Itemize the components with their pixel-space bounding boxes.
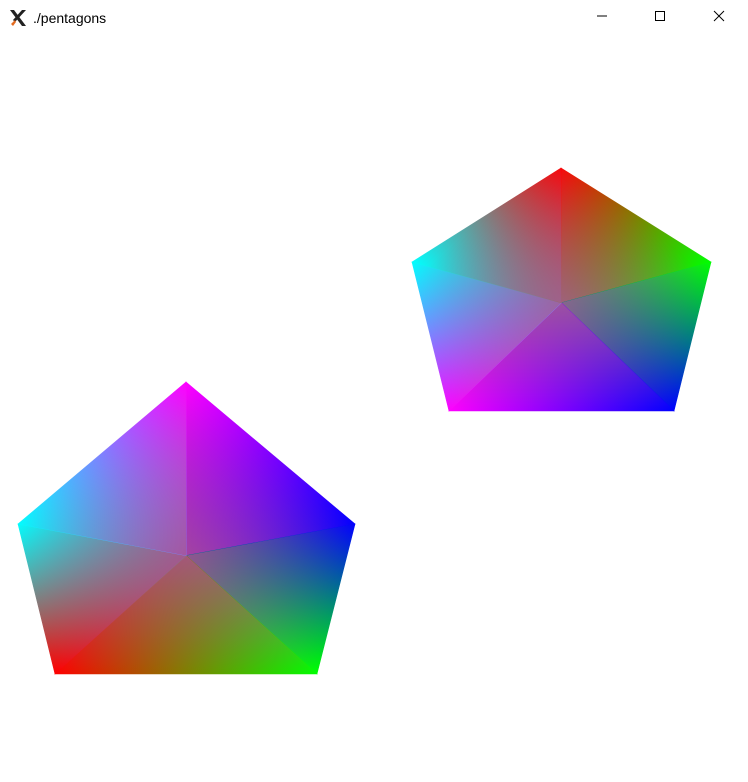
close-icon — [713, 9, 725, 27]
minimize-icon — [596, 9, 608, 27]
close-button[interactable] — [690, 0, 748, 36]
maximize-icon — [654, 9, 666, 27]
minimize-button[interactable] — [573, 0, 631, 36]
x-server-icon — [8, 8, 28, 28]
maximize-button[interactable] — [631, 0, 689, 36]
app-window: ./pentagons — [0, 0, 748, 782]
window-title: ./pentagons — [33, 10, 107, 26]
canvas-area — [0, 36, 748, 782]
title-bar[interactable]: ./pentagons — [0, 0, 748, 36]
pentagon-upper-right — [411, 167, 712, 412]
pentagon-lower-left — [17, 381, 356, 675]
pentagons-canvas — [17, 167, 712, 675]
